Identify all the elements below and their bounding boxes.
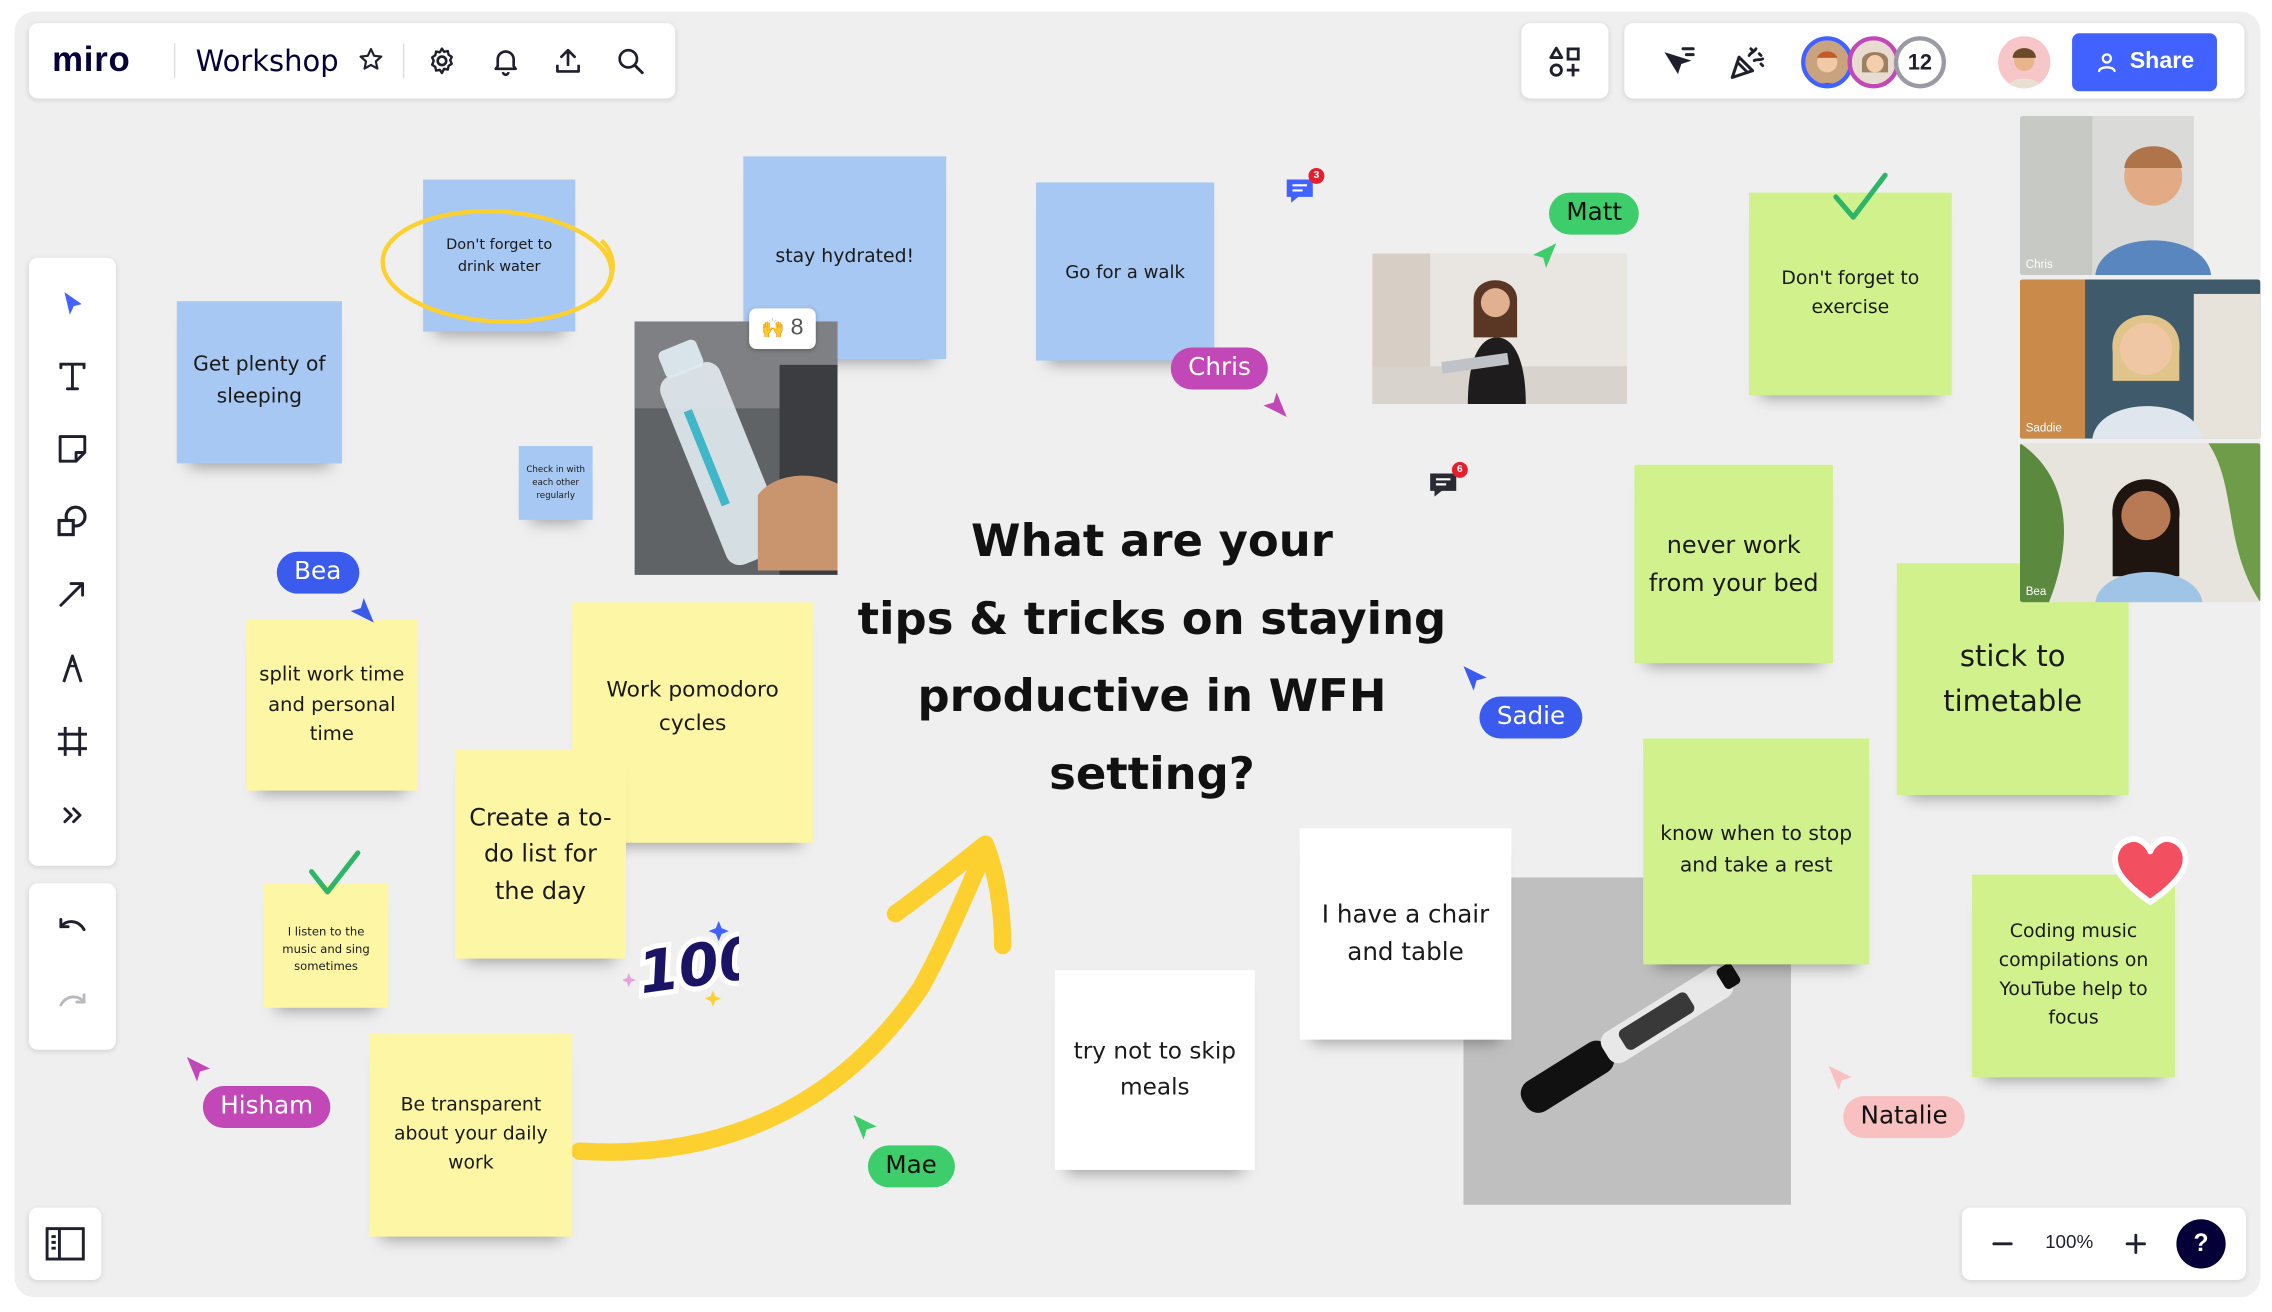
note-be-transparent[interactable]: Be transparent about your daily work [369,1033,573,1237]
arrow-tool-icon[interactable] [49,571,95,617]
comment-thread-1[interactable]: 3 [1284,167,1325,209]
comment-badge-2: 6 [1451,461,1468,478]
green-check-mark [308,850,361,895]
board-title[interactable]: Workshop [196,43,339,78]
question-line-1: What are your [971,515,1333,568]
cursor-label-chris: Chris [1170,347,1269,390]
settings-icon[interactable] [423,42,461,80]
sidebar-panel-icon [45,1225,86,1263]
comment-badge-1: 3 [1308,167,1325,184]
note-sleeping[interactable]: Get plenty of sleeping [176,301,342,464]
undo-icon[interactable] [49,906,95,952]
star-icon[interactable] [356,45,385,74]
question-line-2: tips & tricks on staying [857,593,1447,646]
header-divider [173,43,176,79]
zoom-controls: 100% ? [1961,1207,2246,1281]
question-line-3: productive in WFH [917,670,1387,723]
cursor-label-mae: Mae [867,1145,955,1188]
collaborator-count[interactable]: 12 [1893,36,1947,89]
reaction-count: 8 [790,315,804,341]
green-check-mark-2 [1833,172,1888,220]
note-listen-music[interactable]: I listen to the music and sing sometimes [263,883,389,1008]
cursor-matt [1533,243,1557,268]
note-never-work-bed[interactable]: never work from your bed [1634,464,1833,664]
cursor-label-hisham: Hisham [202,1086,331,1128]
zoom-level[interactable]: 100% [2037,1231,2101,1253]
video-tile-saddie[interactable]: Saddie [2019,279,2261,439]
collaboration-toolbar: 12 Share [1624,23,2245,99]
cursor-label-bea: Bea [276,551,359,594]
reaction-pill[interactable]: 🙌 8 [749,308,816,349]
pen-icon[interactable] [49,646,95,692]
user-icon [2095,51,2118,74]
help-button-label: ? [2193,1229,2209,1257]
share-button-label: Share [2129,49,2195,74]
more-tools-icon[interactable] [49,796,95,834]
hundred-sticker[interactable]: 100 100 [621,909,768,1013]
cursor-chris [1263,392,1287,418]
share-button[interactable]: Share [2072,33,2217,92]
woman-laptop-photo[interactable] [1372,253,1628,404]
video-tile-chris[interactable]: Chris [2019,115,2261,276]
help-button[interactable]: ? [2176,1219,2226,1269]
history-toolbar [28,883,116,1050]
video-name-bea: Bea [2025,584,2047,599]
board-panel-toggle[interactable] [28,1207,102,1281]
video-tile-bea[interactable]: Bea [2019,443,2261,603]
shapes-icon[interactable] [49,498,95,544]
canvas-board[interactable]: miro Workshop 12 Share 100% ? What are y… [14,11,2261,1298]
note-chair-table[interactable]: I have a chair and table [1299,828,1512,1040]
heart-icon[interactable] [2110,833,2191,908]
note-stop-rest[interactable]: know when to stop and take a rest [1643,738,1870,965]
my-avatar[interactable] [1998,36,2051,89]
upload-icon[interactable] [549,42,587,80]
yellow-circle-highlight [380,208,615,324]
hundred-sticker-label: 100 [634,923,739,1007]
video-name-saddie: Saddie [2025,421,2062,435]
zoom-out-icon[interactable] [1985,1226,2020,1261]
cursor-mae [853,1114,877,1140]
board-header: miro Workshop [28,23,676,99]
avatar-1[interactable] [1801,36,1854,89]
note-skip-meals[interactable]: try not to skip meals [1054,970,1255,1170]
video-name-chris: Chris [2025,257,2053,271]
header-divider-2 [402,43,405,79]
cursor-label-natalie: Natalie [1843,1096,1966,1139]
note-check-in[interactable]: Check in with each other regularly [518,445,593,520]
apps-panel [1521,23,1609,99]
water-bottle-photo[interactable] [634,321,838,575]
note-split-work[interactable]: split work time and personal time [246,619,418,791]
comment-thread-2[interactable]: 6 [1427,461,1468,503]
board-question[interactable]: What are your tips & tricks on staying p… [848,504,1457,815]
cursor-bea [350,598,374,623]
question-line-4: setting? [1049,748,1255,801]
cursor-label-matt: Matt [1548,192,1640,235]
celebrate-icon[interactable] [1726,41,1769,84]
search-icon[interactable] [611,42,649,80]
miro-logo[interactable]: miro [52,41,130,82]
cursor-hisham [186,1057,211,1082]
redo-icon[interactable] [49,982,95,1028]
text-icon[interactable] [49,353,95,399]
sticky-note-icon[interactable] [49,426,95,472]
collaborator-count-label: 12 [1907,49,1933,75]
note-todo-list[interactable]: Create a to-do list for the day [454,750,626,959]
left-toolbar [28,257,116,866]
bell-icon[interactable] [487,42,525,80]
cursor-label-sadie: Sadie [1479,696,1583,739]
avatar-2[interactable] [1847,36,1900,89]
cursor-tracking-icon[interactable] [1656,41,1699,84]
raised-hands-icon: 🙌 [761,317,785,339]
note-go-for-walk[interactable]: Go for a walk [1036,182,1215,361]
zoom-in-icon[interactable] [2118,1226,2153,1261]
frame-icon[interactable] [49,718,95,764]
apps-icon[interactable] [1545,42,1586,83]
cursor-sadie [1463,666,1487,691]
select-icon[interactable] [49,281,95,327]
cursor-natalie [1828,1065,1852,1091]
